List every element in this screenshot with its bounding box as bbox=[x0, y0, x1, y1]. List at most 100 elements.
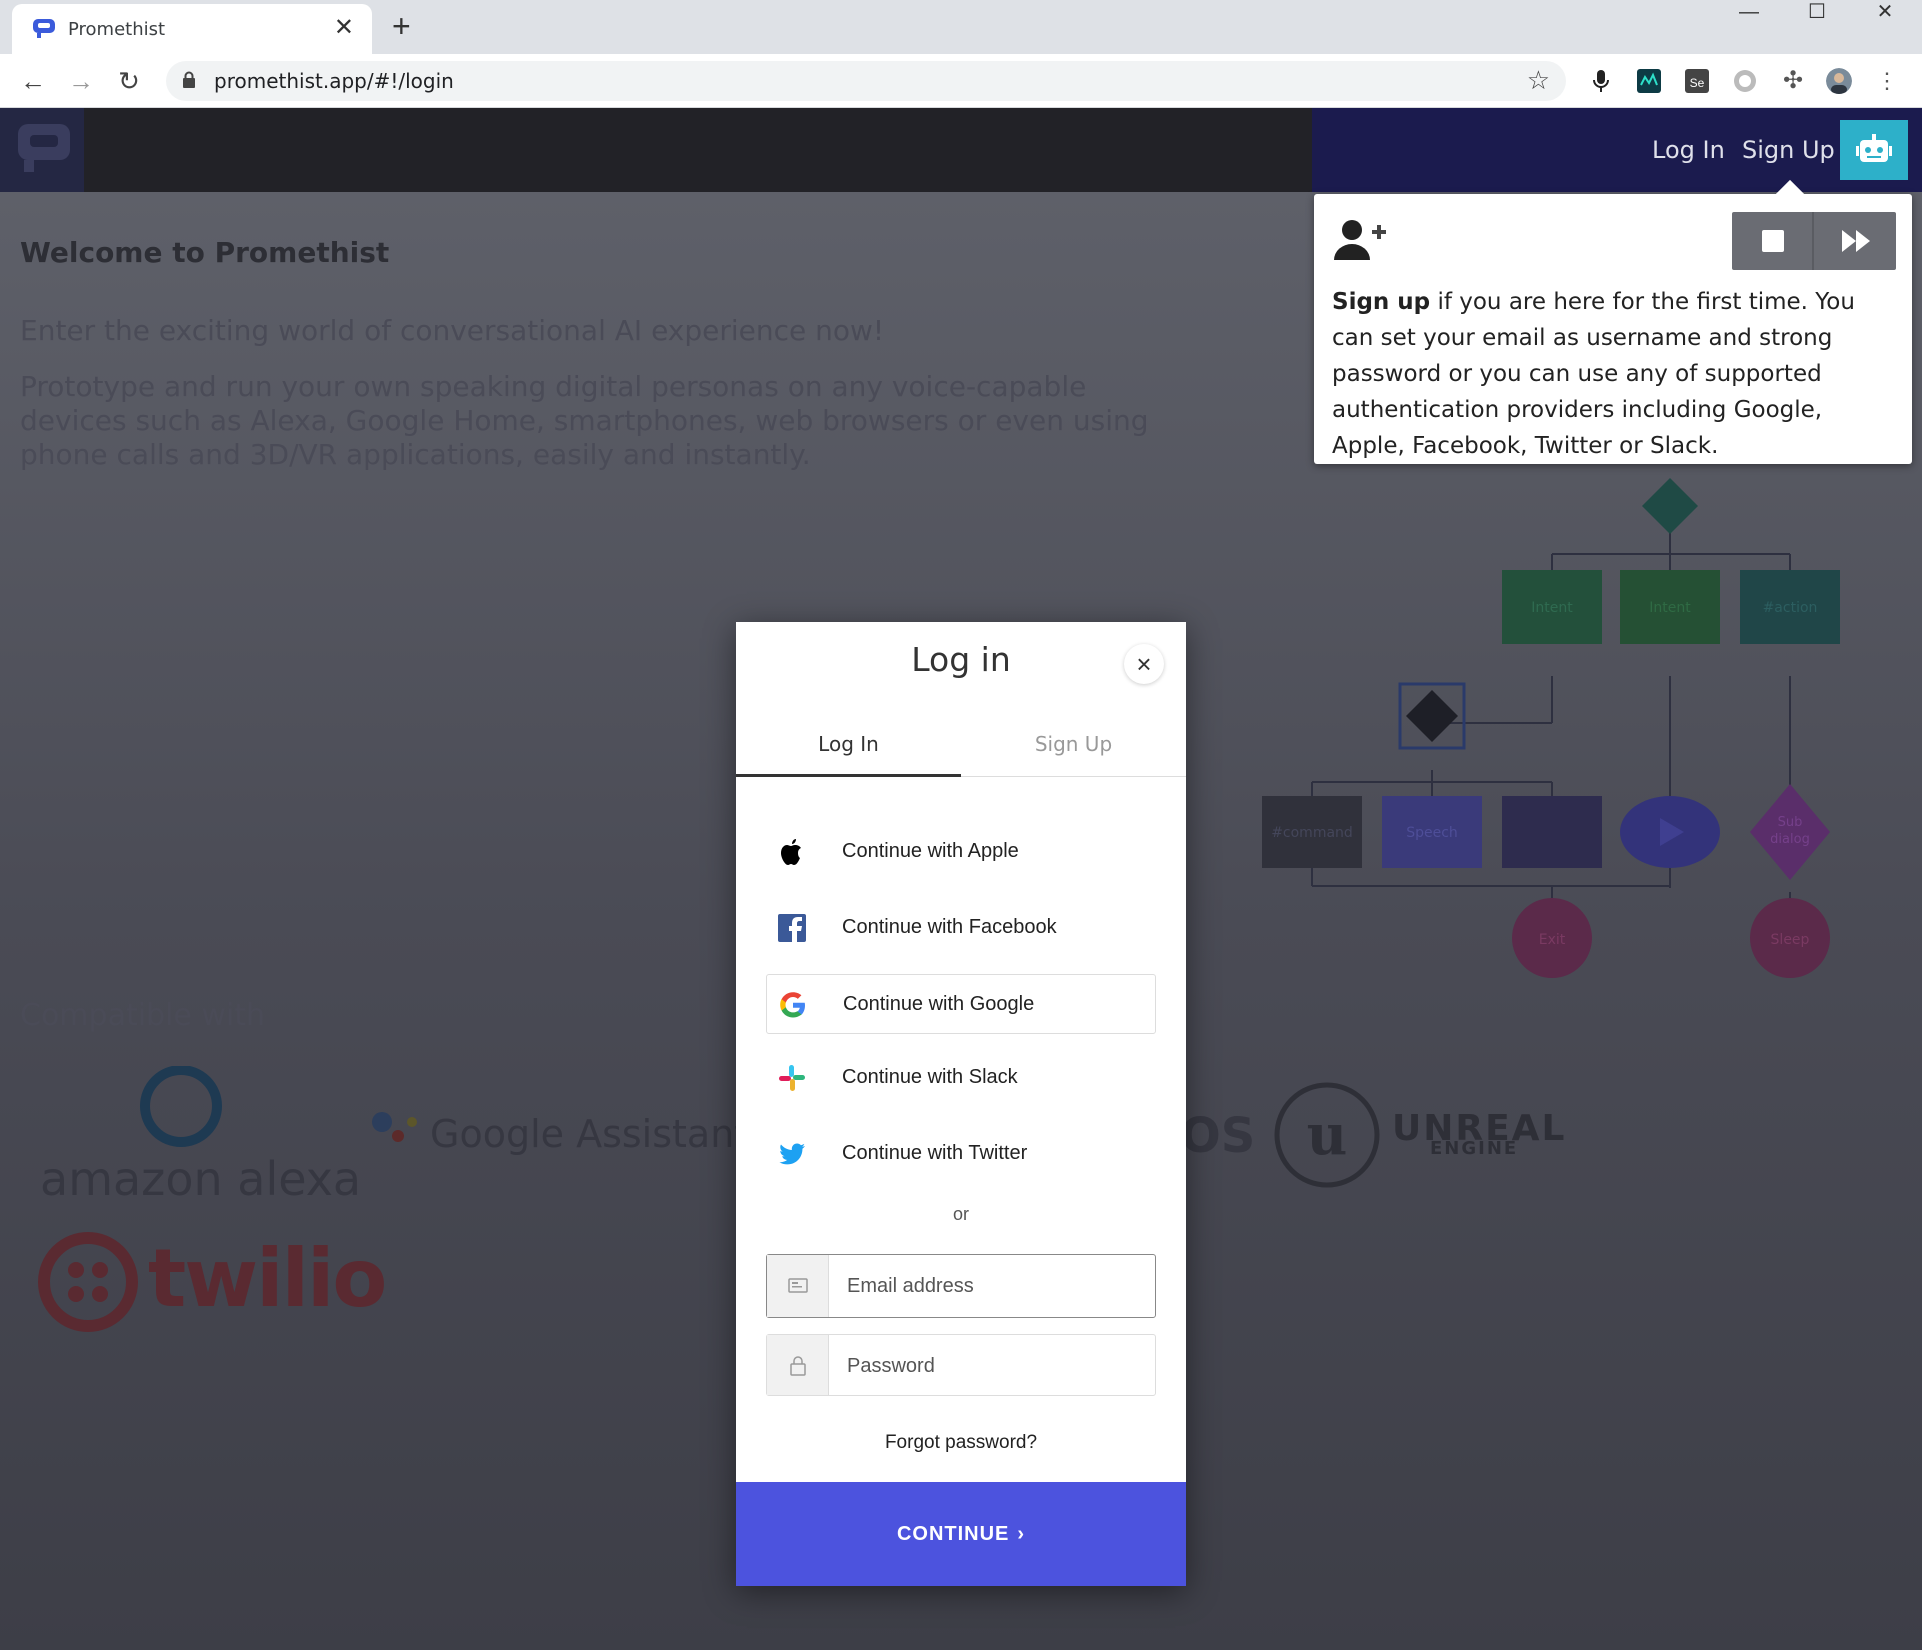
facebook-icon bbox=[778, 914, 806, 942]
lock-icon bbox=[183, 71, 195, 88]
signup-tour-tooltip: Sign up if you are here for the first ti… bbox=[1314, 179, 1912, 464]
alexa-logo-text: amazon alexa bbox=[40, 1152, 362, 1206]
tooltip-bold: Sign up bbox=[1332, 289, 1431, 315]
forward-arrow-icon[interactable]: → bbox=[64, 64, 98, 98]
tooltip-text: Sign up if you are here for the first ti… bbox=[1332, 284, 1898, 464]
chevron-right-icon: › bbox=[1017, 1523, 1026, 1545]
google-assistant-logo-text: Google Assistant bbox=[430, 1112, 750, 1156]
microphone-icon[interactable] bbox=[1588, 68, 1614, 94]
url-text: promethist.app/#!/login bbox=[214, 69, 454, 93]
flow-sleep-label: Sleep bbox=[1771, 932, 1810, 948]
continue-facebook-label: Continue with Facebook bbox=[842, 916, 1057, 938]
flow-intent2-label: Intent bbox=[1649, 600, 1691, 616]
continue-apple-label: Continue with Apple bbox=[842, 840, 1019, 862]
google-assistant-dots-icon bbox=[372, 1112, 417, 1142]
lock-icon bbox=[790, 1356, 806, 1376]
password-field bbox=[766, 1334, 1156, 1396]
email-field bbox=[766, 1254, 1156, 1318]
continue-apple-button[interactable]: Continue with Apple bbox=[766, 822, 1156, 882]
id-card-icon bbox=[788, 1278, 808, 1293]
flow-diagram: Intent Intent #action #command Speech Su… bbox=[1262, 478, 1840, 978]
modal-close-button[interactable]: × bbox=[1124, 644, 1164, 684]
address-bar[interactable]: promethist.app/#!/login ☆ bbox=[166, 61, 1566, 101]
header-nav: Log In Sign Up bbox=[1312, 108, 1922, 192]
continue-twitter-button[interactable]: Continue with Twitter bbox=[766, 1124, 1156, 1184]
continue-twitter-label: Continue with Twitter bbox=[842, 1142, 1028, 1164]
flow-command-label: #command bbox=[1271, 825, 1353, 841]
flow-action-label: #action bbox=[1763, 600, 1818, 616]
browser-tab-bar: Promethist ✕ + — ☐ ✕ bbox=[0, 0, 1922, 54]
or-divider-text: or bbox=[952, 1204, 969, 1224]
continue-google-button[interactable]: Continue with Google bbox=[766, 974, 1156, 1034]
twitter-icon bbox=[779, 1143, 805, 1165]
continue-google-label: Continue with Google bbox=[843, 993, 1035, 1015]
login-modal: Log in × Log In Sign Up Continue with Ap… bbox=[736, 622, 1186, 1586]
svg-text:u: u bbox=[1307, 1102, 1348, 1168]
browser-menu-icon[interactable]: ⋮ bbox=[1874, 68, 1900, 94]
promethist-logo[interactable] bbox=[0, 108, 84, 192]
promethist-logo-icon bbox=[18, 124, 70, 172]
tour-skip-button[interactable] bbox=[1814, 212, 1896, 270]
unreal-engine-text: ENGINE bbox=[1430, 1138, 1519, 1159]
stop-icon bbox=[1762, 230, 1784, 252]
nav-signup-link[interactable]: Sign Up bbox=[1742, 136, 1835, 164]
tour-stop-button[interactable] bbox=[1732, 212, 1814, 270]
ios-logo-text: OS bbox=[1180, 1108, 1256, 1164]
continue-button[interactable]: CONTINUE › bbox=[736, 1482, 1186, 1586]
bot-button[interactable] bbox=[1840, 120, 1908, 180]
flow-intent1-label: Intent bbox=[1531, 600, 1573, 616]
continue-slack-button[interactable]: Continue with Slack bbox=[766, 1048, 1156, 1108]
robot-icon bbox=[1856, 134, 1892, 162]
alexa-ring-icon bbox=[140, 1066, 222, 1147]
browser-toolbar: ← → ↻ promethist.app/#!/login ☆ Se ✣ ⋮ bbox=[0, 54, 1922, 108]
reload-icon[interactable]: ↻ bbox=[112, 64, 146, 98]
continue-label: CONTINUE bbox=[896, 1523, 1010, 1545]
extension-monitor-icon[interactable] bbox=[1636, 68, 1662, 94]
compatible-heading: Compatible with bbox=[20, 998, 266, 1033]
twilio-logo-icon bbox=[38, 1232, 138, 1332]
app-header: Log In Sign Up bbox=[0, 108, 1922, 192]
nav-login-link[interactable]: Log In bbox=[1652, 136, 1725, 164]
twilio-logo-text: twilio bbox=[148, 1232, 387, 1325]
fast-forward-icon bbox=[1842, 230, 1870, 252]
modal-title: Log in bbox=[911, 640, 1011, 679]
continue-facebook-button[interactable]: Continue with Facebook bbox=[766, 898, 1156, 958]
continue-slack-label: Continue with Slack bbox=[842, 1066, 1018, 1088]
page-description: Prototype and run your own speaking digi… bbox=[20, 370, 1149, 471]
forgot-password-link[interactable]: Forgot password? bbox=[736, 1432, 1186, 1454]
tour-controls bbox=[1732, 212, 1896, 270]
slack-icon bbox=[779, 1065, 805, 1091]
close-window-button[interactable]: ✕ bbox=[1852, 0, 1918, 28]
promethist-favicon-icon bbox=[33, 19, 55, 38]
page-viewport: Log In Sign Up Welcome to Promethist Ent… bbox=[0, 108, 1922, 1650]
apple-icon bbox=[781, 839, 801, 865]
browser-tab[interactable]: Promethist ✕ bbox=[12, 4, 372, 54]
puzzle-extensions-icon[interactable]: ✣ bbox=[1780, 68, 1806, 94]
bookmark-star-icon[interactable]: ☆ bbox=[1527, 65, 1550, 96]
flow-exit-label: Exit bbox=[1539, 932, 1566, 948]
shield-extension-icon[interactable] bbox=[1732, 68, 1758, 94]
flow-subdialog-label-2: dialog bbox=[1770, 832, 1810, 847]
tab-title: Promethist bbox=[68, 19, 166, 40]
tab-close-icon[interactable]: ✕ bbox=[334, 14, 354, 42]
avatar[interactable] bbox=[1826, 68, 1852, 94]
password-input[interactable] bbox=[847, 1349, 1137, 1383]
flow-subdialog-label-1: Sub bbox=[1778, 815, 1803, 830]
email-input[interactable] bbox=[847, 1269, 1137, 1303]
selenium-extension-icon[interactable]: Se bbox=[1684, 68, 1710, 94]
back-arrow-icon[interactable]: ← bbox=[16, 64, 50, 98]
active-tab-indicator bbox=[736, 774, 961, 777]
tab-login[interactable]: Log In bbox=[736, 732, 961, 756]
flow-speech-label: Speech bbox=[1406, 825, 1458, 841]
maximize-button[interactable]: ☐ bbox=[1784, 0, 1850, 28]
email-field-prefix bbox=[767, 1255, 829, 1317]
svg-text:Se: Se bbox=[1690, 76, 1705, 90]
minimize-button[interactable]: — bbox=[1716, 0, 1782, 28]
google-icon bbox=[780, 992, 805, 1018]
user-plus-icon bbox=[1334, 220, 1386, 260]
new-tab-button[interactable]: + bbox=[392, 10, 411, 42]
page-tagline: Enter the exciting world of conversation… bbox=[20, 314, 885, 347]
tab-signup[interactable]: Sign Up bbox=[961, 732, 1186, 756]
page-title: Welcome to Promethist bbox=[20, 236, 390, 269]
password-field-prefix bbox=[767, 1335, 829, 1395]
